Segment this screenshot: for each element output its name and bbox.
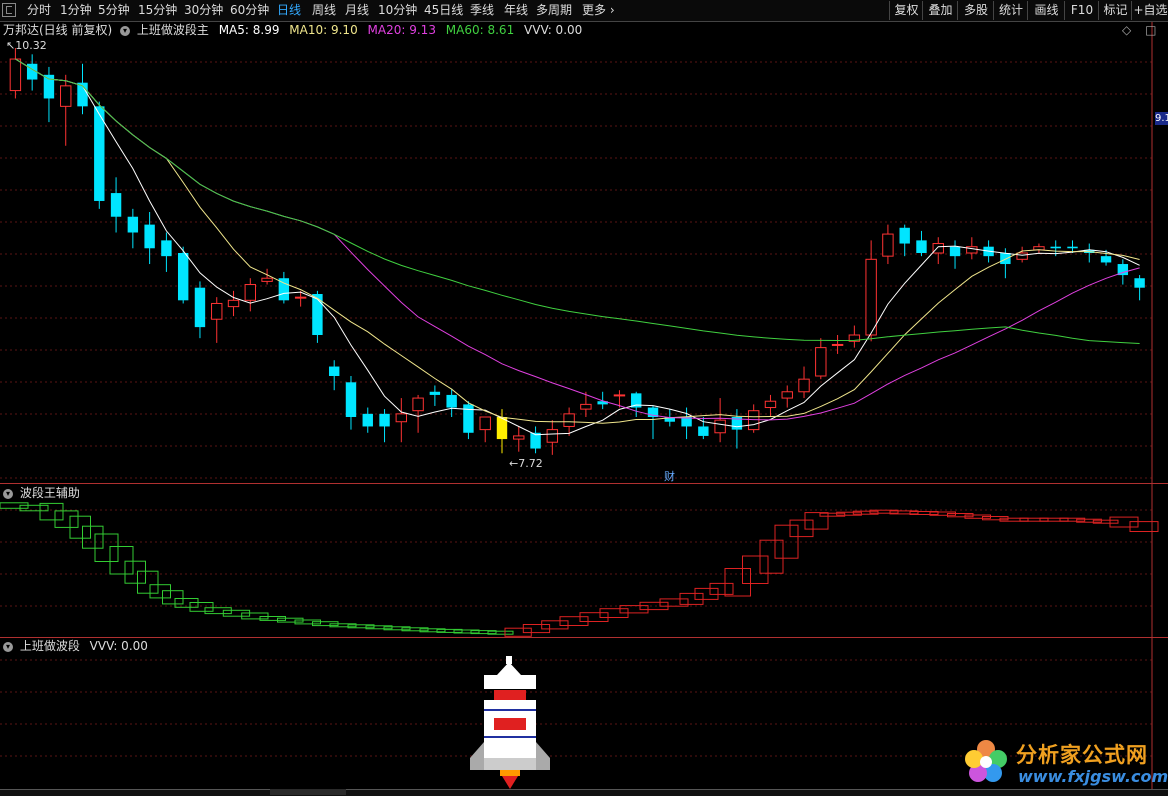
candle-25[interactable] [429,385,441,406]
candle-6[interactable] [110,177,122,233]
candle-9[interactable] [161,232,172,272]
candle-42[interactable] [714,398,726,443]
sub1-step-1-0 [39,502,64,521]
kline-chart[interactable] [0,0,1168,795]
sub1-step-1-1 [54,510,79,528]
candle-50[interactable] [848,325,861,348]
sub-panel-2-header: ▾ 上班做波段 VVV: 0.00 [3,638,148,654]
candle-44[interactable] [747,404,760,433]
high-price-label: 10.32 [15,39,47,52]
sub2-settings-icon[interactable]: ▾ [3,641,13,652]
sub1-step-15-1 [742,555,769,584]
ma-line-MA60 [15,58,1140,344]
candle-31[interactable] [530,426,541,454]
flower-logo-icon [965,740,1007,782]
sub2-vvv: VVV: 0.00 [89,639,148,653]
candle-11[interactable] [194,281,206,339]
candle-53[interactable] [899,224,910,257]
low-price-marker: ←7.72 [509,457,543,470]
sub1-step-17-1 [804,512,829,530]
candle-67[interactable] [1134,275,1145,301]
candle-4[interactable] [77,63,88,115]
low-price-label: 7.72 [518,457,543,470]
candle-32[interactable] [546,420,559,455]
indicator-name[interactable]: 上班做波段主 [137,23,209,37]
candle-26[interactable] [446,388,457,417]
sub1-step-4-0 [124,560,146,584]
sub-panel-1-header: ▾ 波段王辅助 [3,485,80,501]
ma-line-MA10 [15,58,1140,424]
ma20-value: MA20: 9.13 [367,23,436,37]
rocket-signal-icon[interactable] [470,656,550,789]
candle-30[interactable] [513,426,525,452]
sub1-step-3-1 [109,546,134,575]
main-panel-header: 万邦达(日线 前复权) ▾ 上班做波段主 MA5: 8.99 MA10: 9.1… [3,22,582,38]
watermark-url: www.fxjgsw.com [1018,767,1168,786]
candle-46[interactable] [781,385,793,408]
candle-7[interactable] [127,208,139,249]
sub1-title[interactable]: 波段王辅助 [20,486,80,500]
candle-22[interactable] [379,409,390,443]
candle-27[interactable] [463,401,474,440]
sub1-step-5-0 [149,584,171,599]
candle-56[interactable] [949,240,961,269]
candle-49[interactable] [831,335,844,354]
candle-16[interactable] [278,271,290,304]
candle-43[interactable] [731,409,743,449]
indicator-settings-icon[interactable]: ▾ [120,25,131,36]
candle-12[interactable] [211,297,223,343]
watermark: 分析家公式网 www.fxjgsw.com [962,735,1168,791]
candle-20[interactable] [345,376,357,430]
ma-line-MA20 [15,58,1140,421]
sub1-step-2-1 [82,525,104,549]
vvv-value: VVV: 0.00 [524,23,583,37]
candle-5[interactable] [94,101,105,209]
candle-23[interactable] [395,398,408,443]
ma60-value: MA60: 8.61 [445,23,515,37]
candle-3[interactable] [60,74,72,146]
candle-14[interactable] [244,278,257,312]
sub1-step-15-0 [724,568,751,597]
panel-controls: ◇ □ [1122,22,1156,38]
sub1-step-5-1 [162,590,184,605]
finance-event-marker[interactable]: 财 [664,468,675,484]
candle-21[interactable] [362,407,373,433]
sub1-step-10-4 [487,630,514,635]
ma10-value: MA10: 9.10 [289,23,358,37]
bottom-date-tab[interactable] [270,789,346,795]
square-icon[interactable]: □ [1145,23,1156,37]
candle-1[interactable] [26,54,38,91]
panel-divider-2[interactable] [0,637,1168,638]
candle-47[interactable] [798,366,810,399]
candle-37[interactable] [631,391,642,417]
high-price-marker: ↖10.32 [6,39,47,52]
candle-54[interactable] [916,230,927,257]
right-price-tag: 9.1 [1155,112,1168,125]
candle-61[interactable] [1033,243,1045,253]
stock-label: 万邦达(日线 前复权) [3,23,113,37]
candle-64[interactable] [1084,243,1095,263]
candle-8[interactable] [144,212,155,265]
candle-2[interactable] [43,66,55,123]
diamond-icon[interactable]: ◇ [1122,23,1131,37]
candle-52[interactable] [882,224,894,265]
candle-19[interactable] [328,360,340,391]
watermark-title: 分析家公式网 [1016,743,1148,767]
candle-28[interactable] [479,416,491,443]
panel-divider-1[interactable] [0,483,1168,484]
candle-13[interactable] [227,290,240,317]
candle-48[interactable] [815,338,827,380]
ma5-value: MA5: 8.99 [218,23,280,37]
candle-38[interactable] [647,405,659,440]
sub1-step-17-0 [789,519,814,538]
sub1-settings-icon[interactable]: ▾ [3,488,13,499]
sub1-step-16-0 [759,539,784,574]
candle-0[interactable] [9,48,22,99]
sub2-title[interactable]: 上班做波段 [20,639,80,653]
